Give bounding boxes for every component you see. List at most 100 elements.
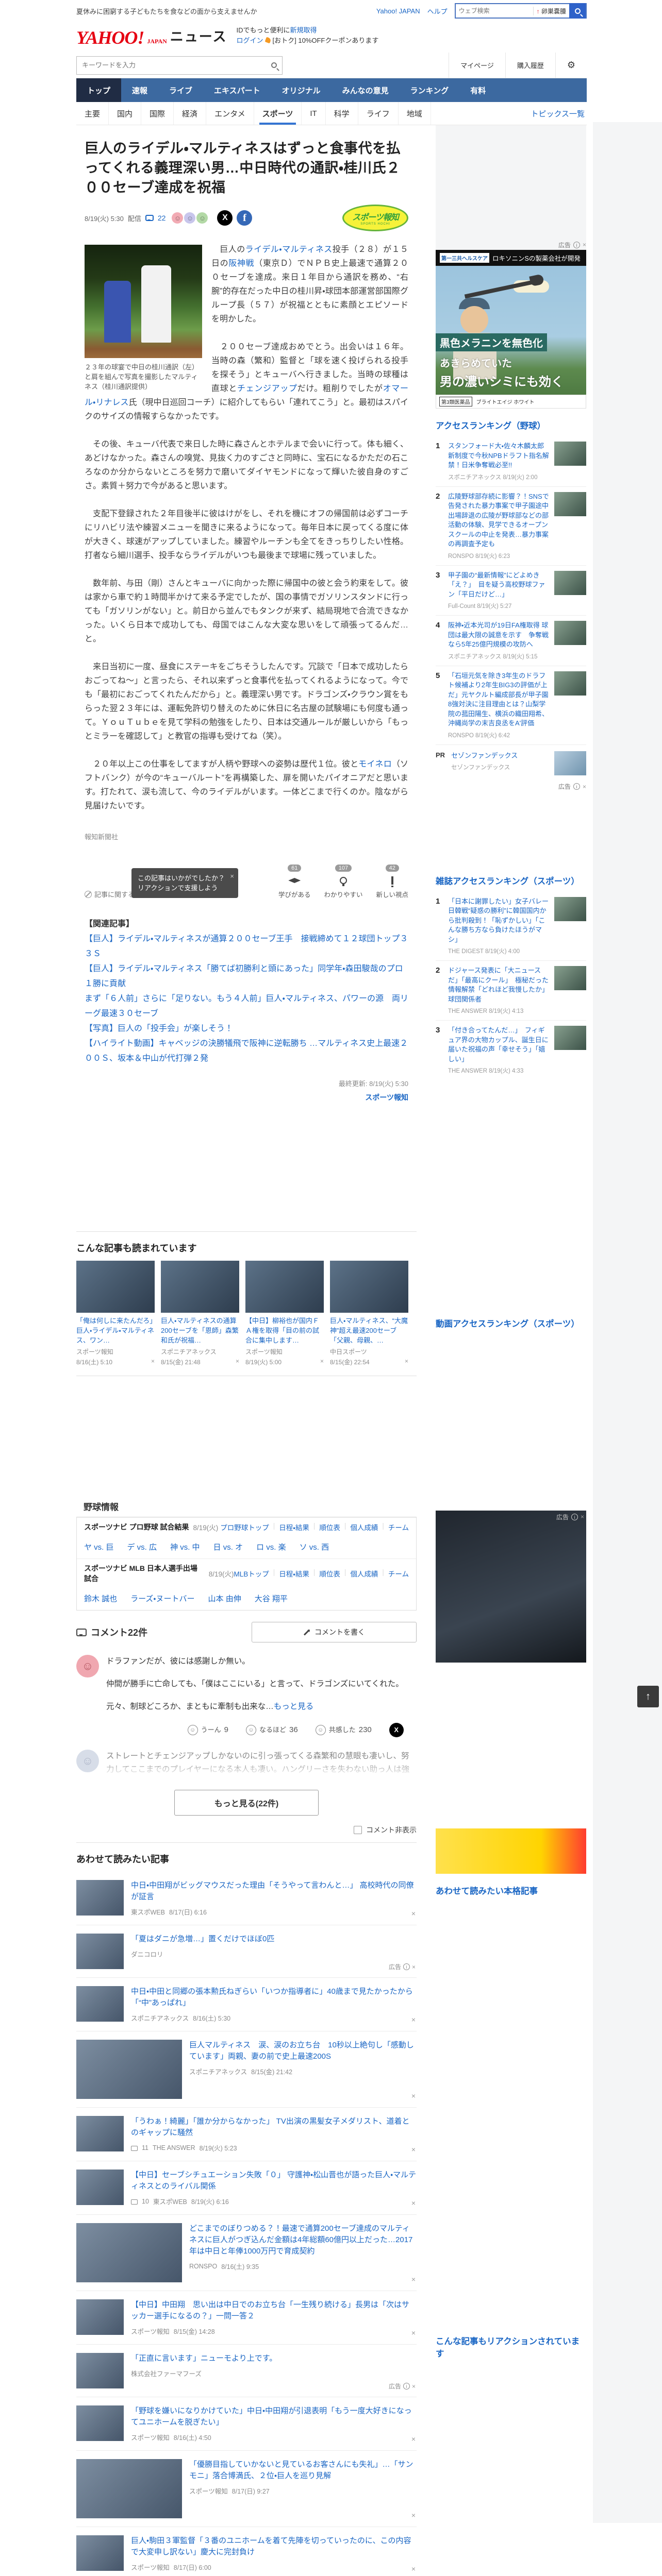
feed-item[interactable]: 中日・中田翔がビッグマウスだった理由「そうやって言わんと…」 高校時代の同僚が証… xyxy=(76,1872,417,1925)
help-link[interactable]: ヘルプ xyxy=(427,6,448,16)
x-share-icon[interactable]: X xyxy=(217,210,233,226)
close-icon[interactable]: × xyxy=(411,2435,416,2443)
inline-link[interactable]: モイネロ xyxy=(358,760,392,769)
trend-search-link[interactable]: ↑ 卵巣嚢腫 xyxy=(533,6,569,15)
search-button[interactable] xyxy=(569,3,586,19)
feed-title[interactable]: 「優勝目指していかないと見ているお客さんにも失礼」…「サンモニ」落合博満氏、２位… xyxy=(189,2459,417,2482)
related-article-link[interactable]: まず「６人前」さらに「足りない。もう４人前」巨人・マルティネス、パワーの源 両リ… xyxy=(85,991,408,1021)
feed-item[interactable]: 「夏はダニが急増…」置くだけでほぼ0匹 ダニコロリ 広告 i × xyxy=(76,1925,417,1978)
feed-item[interactable]: 【中日】中田翔 思い出は中日でのお立ち台「一生残り続ける」長男は「次はサッカー選… xyxy=(76,2291,417,2345)
close-icon[interactable]: × xyxy=(581,1513,584,1520)
yahoo-news-logo[interactable]: YAHOO! JAPAN ニュース xyxy=(76,26,227,47)
related-article-link[interactable]: 【巨人】ライデル・マルティネスが通算２００セーブ王手 接戦締めて１２球団トップ３… xyxy=(85,931,408,961)
category-tab[interactable]: 科学 xyxy=(326,102,358,125)
close-icon[interactable]: × xyxy=(411,2565,416,2573)
scoreboard-link[interactable]: プロ野球トップ xyxy=(220,1522,269,1532)
scoreboard-link[interactable]: チーム xyxy=(388,1568,409,1579)
sidebar-banner-ad[interactable] xyxy=(436,1828,586,1874)
feed-title[interactable]: 【中日】中田翔 思い出は中日でのお立ち台「一生残り続ける」長男は「次はサッカー選… xyxy=(131,2299,417,2322)
ranking-item[interactable]: 5 「石垣元気を除き3年生のドラフト候補より2年生BIG3の評価が上だ」元ヤクル… xyxy=(436,665,586,744)
category-tab[interactable]: ライフ xyxy=(358,102,399,125)
category-tab[interactable]: エンタメ xyxy=(206,102,254,125)
close-icon[interactable]: × xyxy=(230,871,234,881)
feed-item[interactable]: どこまでのぼりつめる？！最速で通算200セーブ達成のマルティネスに巨人がつぎ込ん… xyxy=(76,2215,417,2291)
scoreboard-link[interactable]: チーム xyxy=(388,1522,409,1532)
reaction-button[interactable]: 107 わかりやすい xyxy=(324,865,362,899)
close-icon[interactable]: × xyxy=(320,1358,324,1366)
close-icon[interactable]: × xyxy=(412,1963,416,1971)
yahoo-japan-link[interactable]: Yahoo! JAPAN xyxy=(376,7,420,15)
commenter-avatar[interactable]: ☺ xyxy=(76,1655,99,1677)
inline-link[interactable]: 阪神戦 xyxy=(228,259,254,268)
feed-title[interactable]: 「正直に言います」ニューモより上です。 xyxy=(131,2353,417,2364)
ranking-item[interactable]: 1 スタンフォード大・佐々木麟太郎 新制度で今秋NPBドラフト指名解禁！日米争奪… xyxy=(436,436,586,486)
scoreboard-link[interactable]: 個人成績 xyxy=(350,1522,378,1532)
nav-tab[interactable]: ライブ xyxy=(158,78,203,102)
player-link[interactable]: 鈴木 誠也 xyxy=(84,1593,117,1604)
search-icon[interactable] xyxy=(271,62,277,68)
close-icon[interactable]: × xyxy=(411,2199,416,2207)
feed-title[interactable]: 中日・中田と同郷の張本勲氏ねぎらい「いつか指導者に」40歳まで見たかったから「“… xyxy=(131,1986,417,2009)
scoreboard-link[interactable]: 順位表 xyxy=(319,1568,340,1579)
also-read-card[interactable]: 【中日】柳裕也が国内ＦＡ権を取得「目の前の試合に集中します… スポーツ報知 8/… xyxy=(245,1261,324,1366)
feed-title[interactable]: 「夏はダニが急増…」置くだけでほぼ0匹 xyxy=(131,1934,417,1945)
back-to-top-button[interactable]: ↑ xyxy=(637,1686,659,1707)
feed-title[interactable]: 巨人・駒田３軍監督「３番のユニホームを着て先陣を切っていったのに、この内容で大変… xyxy=(131,2535,417,2558)
topics-list-link[interactable]: トピックス一覧 xyxy=(531,108,587,119)
web-search-input[interactable] xyxy=(455,7,533,14)
close-icon[interactable]: × xyxy=(411,2329,416,2337)
sidebar-square-ad[interactable]: 広告 i × xyxy=(436,1511,586,1663)
close-icon[interactable]: × xyxy=(583,241,586,248)
close-icon[interactable]: × xyxy=(583,783,586,790)
feed-item[interactable]: 中日・中田と同郷の張本勲氏ねぎらい「いつか指導者に」40歳まで見たかったから「“… xyxy=(76,1978,417,2031)
article-photo[interactable]: ２３年の球宴で中日の桂川通訳（左）と肩を組んで写真を撮影したマルティネス（桂川通… xyxy=(85,245,202,392)
category-tab[interactable]: 主要 xyxy=(76,102,109,125)
also-read-card[interactable]: 巨人・マルティネス、“大魔神”超え最速200セーブ「父親、母親、… 中日スポーツ… xyxy=(330,1261,408,1366)
close-icon[interactable]: × xyxy=(151,1358,155,1366)
related-article-link[interactable]: 【ハイライト動画】キャベッジの決勝犠飛で阪神に逆転勝ち …マルティネス史上最速２… xyxy=(85,1036,408,1066)
player-link[interactable]: 大谷 翔平 xyxy=(255,1593,288,1604)
pr-item[interactable]: PR セゾンファンデックス セゾンファンデックス xyxy=(436,744,586,782)
feed-item[interactable]: 巨人マルティネス 涙、涙のお立ち台 10秒以上絶句し「感動しています」両親、妻の… xyxy=(76,2031,417,2108)
signup-link[interactable]: 新規取得 xyxy=(290,26,317,34)
nav-tab[interactable]: オリジナル xyxy=(271,78,332,102)
close-icon[interactable]: × xyxy=(405,1358,408,1366)
login-link[interactable]: ログイン xyxy=(236,37,263,44)
related-article-link[interactable]: 【巨人】ライデル・マルティネス「勝てば初勝利と頭にあった」同学年・森田駿哉のプロ… xyxy=(85,961,408,991)
player-link[interactable]: ラーズ・ヌートバー xyxy=(130,1593,194,1604)
also-read-card[interactable]: 巨人・マルティネスの通算200セーブを「恩師」森繁和氏が祝福… スポニチアネック… xyxy=(161,1261,239,1366)
ad-info-icon[interactable]: i xyxy=(402,2381,411,2391)
sidebar-ad[interactable]: 広告 i × 第一三共ヘルスケア ロキソニンSの製薬会社が開発 黒色メラニンを無色化 … xyxy=(436,240,586,409)
nav-tab[interactable]: 有料 xyxy=(459,78,496,102)
ad-info-icon[interactable]: i xyxy=(572,240,582,250)
feed-item[interactable]: 「正直に言います」ニューモより上です。 株式会社ファーマフーズ 広告 i × xyxy=(76,2345,417,2397)
game-link[interactable]: ヤ vs. 巨 xyxy=(84,1541,114,1552)
write-comment-button[interactable]: コメントを書く xyxy=(252,1622,417,1642)
close-icon[interactable]: × xyxy=(411,1909,416,1918)
nav-tab[interactable]: トップ xyxy=(76,78,122,102)
nav-tab[interactable]: エキスパート xyxy=(203,78,271,102)
category-tab[interactable]: 地域 xyxy=(399,102,431,125)
feed-title[interactable]: 中日・中田翔がビッグマウスだった理由「そうやって言わんと…」 高校時代の同僚が証… xyxy=(131,1880,417,1903)
feed-item[interactable]: 「優勝目指していかないと見ているお客さんにも失礼」…「サンモニ」落合博満氏、２位… xyxy=(76,2451,417,2527)
comment-more-link[interactable]: もっと見る xyxy=(274,1702,314,1711)
category-tab[interactable]: 国内 xyxy=(109,102,142,125)
close-icon[interactable]: × xyxy=(411,2092,416,2100)
game-link[interactable]: ソ vs. 西 xyxy=(300,1541,329,1552)
scoreboard-link[interactable]: 日程・結果 xyxy=(279,1522,309,1532)
comment-bubble-icon[interactable] xyxy=(145,215,154,221)
inline-link[interactable]: チェンジアップ xyxy=(237,384,297,393)
game-link[interactable]: 神 vs. 中 xyxy=(170,1541,200,1552)
sports-hochi-badge[interactable]: スポーツ報知 SPORTS HOCHI xyxy=(342,205,408,231)
game-link[interactable]: デ vs. 広 xyxy=(127,1541,157,1552)
category-tab[interactable]: IT xyxy=(302,102,326,125)
close-icon[interactable]: × xyxy=(411,2145,416,2154)
game-link[interactable]: 日 vs. オ xyxy=(213,1541,243,1552)
feed-title[interactable]: 「野球を嫌いになりかけていた」中日・中田翔が引退表明「もう一度大好きになってユニ… xyxy=(131,2405,417,2428)
feed-title[interactable]: 巨人マルティネス 涙、涙のお立ち台 10秒以上絶句し「感動しています」両親、妻の… xyxy=(189,2040,417,2062)
ranking-item[interactable]: 3 「付き合ってたんだ…」 フィギュア界の大物カップル、誕生日に届いた祝福の声「… xyxy=(436,1020,586,1080)
category-tab[interactable]: 経済 xyxy=(174,102,207,125)
gear-icon[interactable]: ⚙ xyxy=(555,53,587,78)
ad-info-icon[interactable]: i xyxy=(570,1512,580,1522)
feed-title[interactable]: どこまでのぼりつめる？！最速で通算200セーブ達成のマルティネスに巨人がつぎ込ん… xyxy=(189,2223,417,2257)
